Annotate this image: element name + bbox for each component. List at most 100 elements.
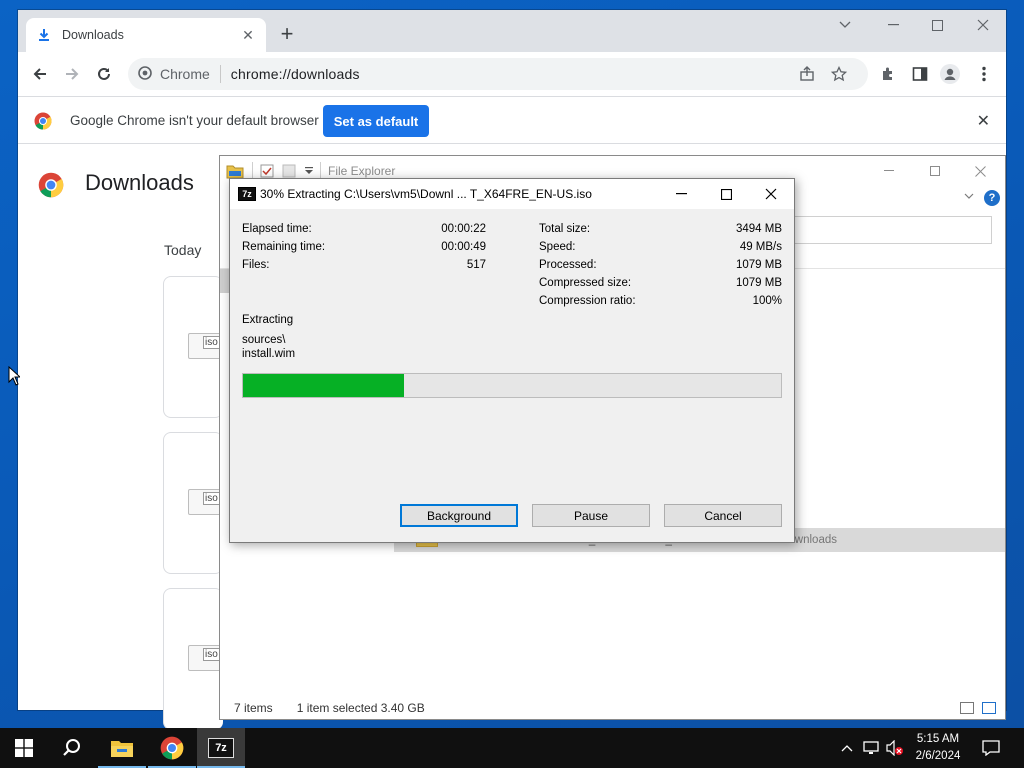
7zip-maximize-button[interactable] xyxy=(703,179,749,209)
reload-button[interactable] xyxy=(92,62,116,86)
download-icon xyxy=(36,27,52,43)
compression-ratio-value: 100% xyxy=(752,295,782,307)
taskbar-7zip[interactable]: 7z xyxy=(197,728,245,768)
large-icons-view-icon[interactable] xyxy=(982,702,996,714)
maximize-button[interactable] xyxy=(914,10,960,40)
7zip-title: 30% Extracting C:\Users\vm5\Downl ... T_… xyxy=(260,187,592,201)
share-icon[interactable] xyxy=(798,65,816,83)
compressed-size-label: Compressed size: xyxy=(539,277,632,289)
minimize-button[interactable] xyxy=(870,10,916,40)
infobar-message: Google Chrome isn't your default browser xyxy=(70,113,319,128)
7zip-close-button[interactable] xyxy=(748,179,794,209)
files-value: 517 xyxy=(466,259,486,271)
tab-title: Downloads xyxy=(62,28,124,42)
infobar-close-icon[interactable]: ✕ xyxy=(977,111,990,131)
explorer-minimize-button[interactable] xyxy=(874,161,904,181)
back-button[interactable] xyxy=(28,62,52,86)
taskbar-chrome[interactable] xyxy=(148,728,196,768)
download-item[interactable]: iso xyxy=(163,588,223,730)
iso-file-icon: iso xyxy=(188,645,222,671)
mouse-cursor-icon xyxy=(8,366,20,386)
details-view-icon[interactable] xyxy=(960,702,974,714)
processed-value: 1079 MB xyxy=(735,259,782,271)
pause-button[interactable]: Pause xyxy=(532,504,650,527)
browser-toolbar: Chrome chrome://downloads xyxy=(18,52,1006,96)
7zip-progress-dialog: 7z 30% Extracting C:\Users\vm5\Downl ...… xyxy=(229,178,795,543)
omnibox-chip: Chrome xyxy=(138,65,221,83)
explorer-search-box[interactable] xyxy=(780,216,992,244)
omnibox-chip-label: Chrome xyxy=(160,66,210,82)
total-size-value: 3494 MB xyxy=(735,223,782,235)
compression-ratio-label: Compression ratio: xyxy=(539,295,636,307)
volume-muted-icon[interactable] xyxy=(886,739,904,757)
search-button[interactable] xyxy=(48,728,96,768)
taskbar-file-explorer[interactable] xyxy=(98,728,146,768)
chrome-logo-icon xyxy=(38,172,64,201)
chrome-logo-icon xyxy=(160,736,184,760)
explorer-status-bar: 7 items 1 item selected 3.40 GB xyxy=(220,696,1005,720)
current-folder: sources\ xyxy=(242,334,286,346)
7zip-minimize-button[interactable] xyxy=(658,179,704,209)
download-item[interactable]: iso xyxy=(163,276,223,418)
7zip-logo-icon: 7z xyxy=(208,738,234,758)
remaining-time-value: 00:00:49 xyxy=(441,241,486,253)
tab-close-icon[interactable]: ✕ xyxy=(240,27,256,44)
download-item[interactable]: iso xyxy=(163,432,223,574)
files-label: Files: xyxy=(242,259,270,271)
extraction-progress-bar xyxy=(242,373,782,398)
system-clock[interactable]: 5:15 AM 2/6/2024 xyxy=(906,731,970,765)
clock-time: 5:15 AM xyxy=(916,733,960,745)
network-icon[interactable] xyxy=(862,739,880,757)
progress-fill xyxy=(243,374,404,397)
new-tab-button[interactable]: + xyxy=(276,23,298,46)
bookmark-star-icon[interactable] xyxy=(830,65,848,83)
status-item-count: 7 items xyxy=(234,701,273,715)
folder-icon xyxy=(111,741,133,757)
ribbon-expand-icon[interactable] xyxy=(964,190,974,202)
chrome-menu-icon[interactable] xyxy=(974,64,994,84)
url-text[interactable]: chrome://downloads xyxy=(231,66,360,82)
default-browser-infobar: Google Chrome isn't your default browser… xyxy=(18,96,1006,144)
iso-file-icon: iso xyxy=(188,333,222,359)
chrome-logo-icon xyxy=(34,112,52,133)
background-button[interactable]: Background xyxy=(400,504,518,527)
forward-button[interactable] xyxy=(60,62,84,86)
elapsed-time-value: 00:00:22 xyxy=(441,223,486,235)
windows-taskbar: 7z 5:15 AM 2/6/2024 xyxy=(0,728,1024,768)
notifications-icon[interactable] xyxy=(982,739,1000,757)
show-hidden-icons-chevron[interactable] xyxy=(838,739,856,757)
speed-label: Speed: xyxy=(539,241,576,253)
remaining-time-label: Remaining time: xyxy=(242,241,326,253)
extensions-puzzle-icon[interactable] xyxy=(878,64,898,84)
tab-strip: Downloads ✕ + xyxy=(18,10,1006,52)
explorer-maximize-button[interactable] xyxy=(920,161,950,181)
close-window-button[interactable] xyxy=(960,10,1006,40)
chrome-site-icon xyxy=(138,65,152,83)
cancel-button[interactable]: Cancel xyxy=(664,504,782,527)
explorer-close-button[interactable] xyxy=(965,161,995,181)
7zip-logo-icon: 7z xyxy=(238,187,256,201)
page-title: Downloads xyxy=(85,170,194,195)
windows-logo-icon xyxy=(15,739,33,757)
clock-date: 2/6/2024 xyxy=(915,750,961,762)
help-icon[interactable]: ? xyxy=(984,190,1000,206)
set-as-default-button[interactable]: Set as default xyxy=(323,105,429,137)
search-icon xyxy=(63,739,80,756)
processed-label: Processed: xyxy=(539,259,597,271)
total-size-label: Total size: xyxy=(539,223,591,235)
tab-downloads[interactable]: Downloads ✕ xyxy=(26,18,266,52)
quick-access-dropdown-icon[interactable] xyxy=(304,165,314,179)
7zip-titlebar: 7z 30% Extracting C:\Users\vm5\Downl ...… xyxy=(230,179,794,209)
side-panel-icon[interactable] xyxy=(910,64,930,84)
address-bar[interactable]: Chrome chrome://downloads xyxy=(128,58,868,90)
status-selection: 1 item selected 3.40 GB xyxy=(296,701,425,715)
current-file: install.wim xyxy=(242,348,296,360)
start-button[interactable] xyxy=(0,728,48,768)
tab-search-icon[interactable] xyxy=(822,10,868,40)
iso-file-icon: iso xyxy=(188,489,222,515)
explorer-title: File Explorer xyxy=(328,164,396,178)
profile-avatar-icon[interactable] xyxy=(940,64,960,84)
operation-status: Extracting xyxy=(242,314,294,326)
speed-value: 49 MB/s xyxy=(739,241,782,253)
date-section-today: Today xyxy=(164,242,202,258)
